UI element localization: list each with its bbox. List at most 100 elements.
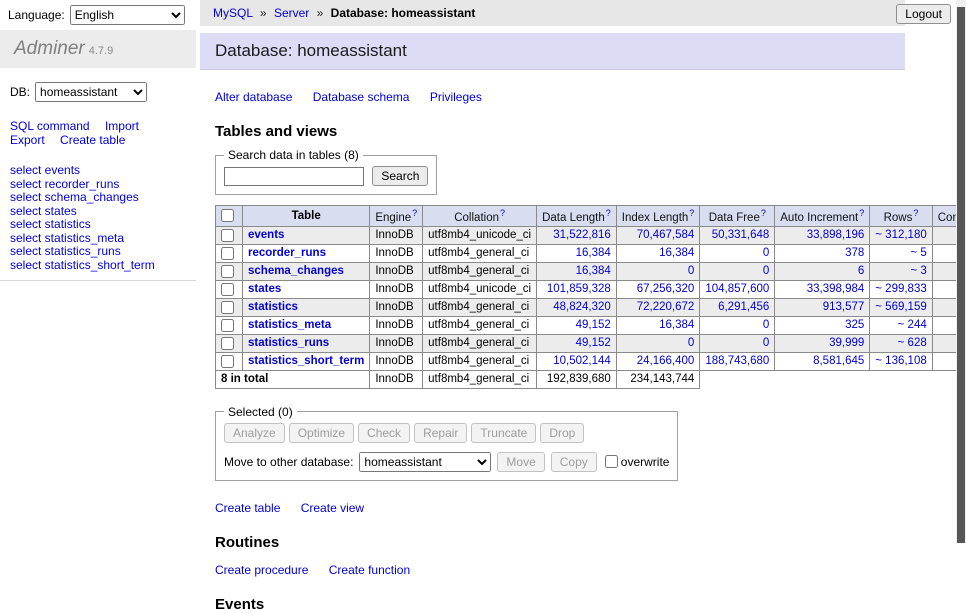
column-help-icon[interactable]: ? (689, 208, 694, 218)
rows-cell-link[interactable]: ~ 312,180 (875, 229, 926, 241)
table-name-link[interactable]: events (248, 229, 284, 241)
table-name-link[interactable]: statistics_short_term (248, 355, 364, 367)
rows-cell-link[interactable]: ~ 5 (910, 247, 926, 259)
auto-increment-cell-link[interactable]: 8,581,645 (813, 355, 864, 367)
data-length-cell-link[interactable]: 31,522,816 (553, 229, 611, 241)
data-length-cell-link[interactable]: 10,502,144 (553, 355, 611, 367)
bulk-optimize-button[interactable]: Optimize (289, 423, 354, 443)
search-input[interactable] (224, 167, 364, 186)
column-help-icon[interactable]: ? (859, 208, 864, 218)
auto-increment-cell-link[interactable]: 325 (845, 319, 864, 331)
column-header-label[interactable]: Rows (884, 212, 913, 224)
sidebar-table-link[interactable]: select statistics (10, 217, 91, 231)
data-free-cell-link[interactable]: 6,291,456 (718, 301, 769, 313)
rows-cell-link[interactable]: ~ 569,159 (875, 301, 926, 313)
data-free-cell-link[interactable]: 188,743,680 (705, 355, 769, 367)
privileges-link[interactable]: Privileges (430, 90, 482, 104)
bulk-check-button[interactable]: Check (358, 423, 410, 443)
column-help-icon[interactable]: ? (606, 208, 611, 218)
data-free-cell-link[interactable]: 0 (763, 337, 769, 349)
data-length-cell-link[interactable]: 16,384 (576, 247, 611, 259)
table-name-link[interactable]: statistics (248, 301, 298, 313)
bulk-truncate-button[interactable]: Truncate (471, 423, 536, 443)
index-length-cell-link[interactable]: 67,256,320 (637, 283, 695, 295)
database-schema-link[interactable]: Database schema (313, 90, 410, 104)
create-function-link[interactable]: Create function (329, 563, 410, 577)
auto-increment-cell-link[interactable]: 33,898,196 (807, 229, 865, 241)
data-free-cell-link[interactable]: 104,857,600 (705, 283, 769, 295)
column-header-label[interactable]: Collation (454, 212, 499, 224)
index-length-cell-link[interactable]: 0 (688, 337, 694, 349)
copy-button[interactable]: Copy (551, 452, 597, 472)
data-length-cell-link[interactable]: 48,824,320 (553, 301, 611, 313)
sidebar-table-link[interactable]: select events (10, 163, 80, 177)
create-table-link[interactable]: Create table (215, 501, 280, 515)
data-length-cell-link[interactable]: 16,384 (576, 265, 611, 277)
db-select[interactable]: homeassistant (35, 82, 147, 102)
sidebar-table-link[interactable]: select statistics_meta (10, 231, 124, 245)
index-length-cell-link[interactable]: 16,384 (659, 319, 694, 331)
bulk-analyze-button[interactable]: Analyze (224, 423, 285, 443)
auto-increment-cell-link[interactable]: 378 (845, 247, 864, 259)
data-length-cell-link[interactable]: 101,859,328 (547, 283, 611, 295)
bulk-drop-button[interactable]: Drop (540, 423, 584, 443)
column-help-icon[interactable]: ? (913, 208, 918, 218)
sidebar-table-link[interactable]: select statistics_runs (10, 244, 121, 258)
row-checkbox[interactable] (221, 319, 234, 332)
create-view-link[interactable]: Create view (301, 501, 364, 515)
index-length-cell-link[interactable]: 24,166,400 (637, 355, 695, 367)
rows-cell-link[interactable]: ~ 299,833 (875, 283, 926, 295)
search-button[interactable]: Search (372, 166, 428, 186)
row-checkbox[interactable] (221, 355, 234, 368)
rows-cell-link[interactable]: ~ 3 (910, 265, 926, 277)
create-procedure-link[interactable]: Create procedure (215, 563, 308, 577)
index-length-cell-link[interactable]: 70,467,584 (637, 229, 695, 241)
table-name-link[interactable]: states (248, 283, 281, 295)
data-length-cell-link[interactable]: 49,152 (576, 319, 611, 331)
overwrite-checkbox[interactable] (605, 455, 618, 468)
sidebar-table-link[interactable]: select states (10, 204, 77, 218)
index-length-cell-link[interactable]: 0 (688, 265, 694, 277)
auto-increment-cell-link[interactable]: 6 (858, 265, 864, 277)
column-help-icon[interactable]: ? (500, 208, 505, 218)
rows-cell-link[interactable]: ~ 136,108 (875, 355, 926, 367)
column-header-label[interactable]: Data Free (709, 212, 760, 224)
data-length-cell-link[interactable]: 49,152 (576, 337, 611, 349)
column-help-icon[interactable]: ? (761, 208, 766, 218)
auto-increment-cell-link[interactable]: 913,577 (823, 301, 865, 313)
select-all-checkbox[interactable] (221, 209, 234, 222)
scrollbar-thumb[interactable] (957, 7, 965, 543)
table-name-link[interactable]: schema_changes (248, 265, 344, 277)
row-checkbox[interactable] (221, 247, 234, 260)
breadcrumb-link-mysql[interactable]: MySQL (213, 6, 253, 20)
move-button[interactable]: Move (497, 452, 544, 472)
row-checkbox[interactable] (221, 229, 234, 242)
alter-database-link[interactable]: Alter database (215, 90, 292, 104)
column-header-label[interactable]: Data Length (542, 212, 605, 224)
table-name-link[interactable]: statistics_meta (248, 319, 331, 331)
data-free-cell-link[interactable]: 0 (763, 265, 769, 277)
bulk-repair-button[interactable]: Repair (414, 423, 467, 443)
column-header-label[interactable]: Engine (375, 212, 411, 224)
sidebar-table-link[interactable]: select statistics_short_term (10, 258, 155, 272)
sidebar-link-create-table[interactable]: Create table (60, 133, 125, 147)
column-header-label[interactable]: Index Length (622, 212, 689, 224)
data-free-cell-link[interactable]: 50,331,648 (712, 229, 770, 241)
scrollbar[interactable] (956, 0, 966, 543)
move-db-select[interactable]: homeassistant (359, 452, 491, 472)
index-length-cell-link[interactable]: 72,220,672 (637, 301, 695, 313)
rows-cell-link[interactable]: ~ 244 (898, 319, 927, 331)
sidebar-table-link[interactable]: select recorder_runs (10, 177, 119, 191)
language-select[interactable]: English (70, 5, 185, 25)
row-checkbox[interactable] (221, 283, 234, 296)
auto-increment-cell-link[interactable]: 33,398,984 (807, 283, 865, 295)
index-length-cell-link[interactable]: 16,384 (659, 247, 694, 259)
sidebar-link-import[interactable]: Import (105, 119, 139, 133)
column-help-icon[interactable]: ? (412, 208, 417, 218)
sidebar-table-link[interactable]: select schema_changes (10, 190, 139, 204)
data-free-cell-link[interactable]: 0 (763, 319, 769, 331)
data-free-cell-link[interactable]: 0 (763, 247, 769, 259)
auto-increment-cell-link[interactable]: 39,999 (829, 337, 864, 349)
sidebar-link-sql-command[interactable]: SQL command (10, 119, 90, 133)
table-name-link[interactable]: recorder_runs (248, 247, 326, 259)
